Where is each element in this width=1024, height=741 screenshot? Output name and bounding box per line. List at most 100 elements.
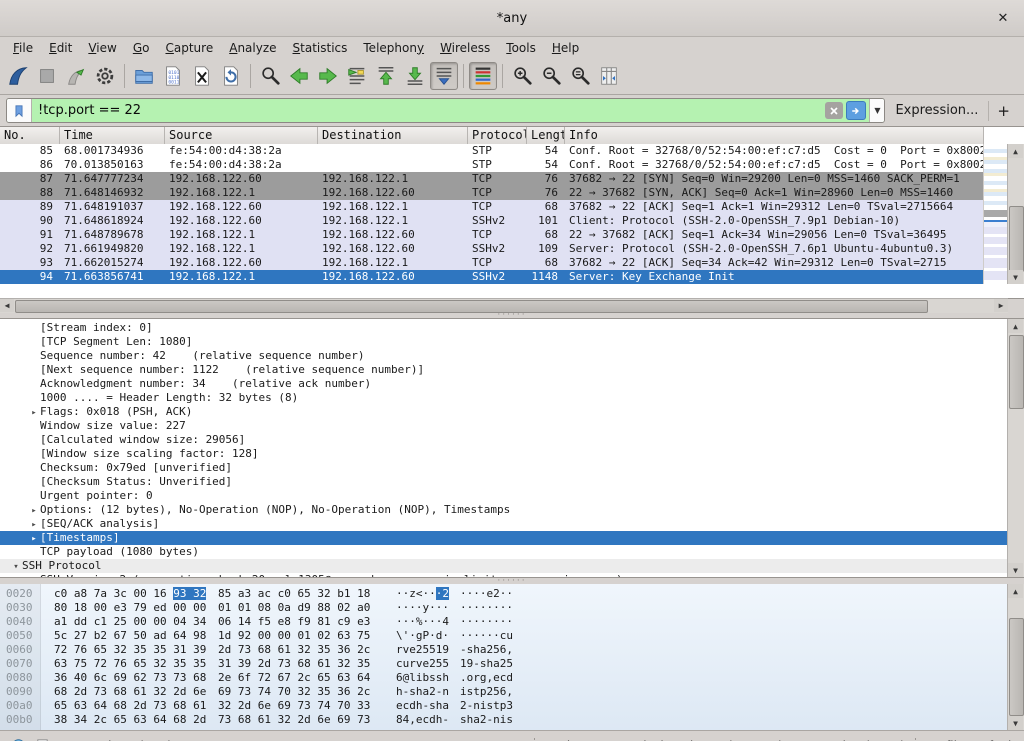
scroll-up-icon[interactable]: ▲	[1008, 319, 1023, 333]
hscroll-thumb[interactable]	[15, 300, 928, 313]
menu-go[interactable]: Go	[126, 39, 157, 57]
capture-options-button[interactable]	[91, 62, 119, 90]
stop-capture-button[interactable]	[33, 62, 61, 90]
add-filter-button[interactable]: +	[988, 101, 1018, 121]
packet-list-hscrollbar[interactable]: ◀ ▶	[0, 298, 1008, 313]
detail-row[interactable]: [Stream index: 0]	[0, 321, 1008, 335]
hex-row-0070[interactable]: 007063 75 72 76 65 32 35 3531 39 2d 73 6…	[6, 657, 1008, 671]
detail-row[interactable]: [Checksum Status: Unverified]	[0, 475, 1008, 489]
packet-row-94[interactable]: 9471.663856741192.168.122.1192.168.122.6…	[0, 270, 984, 284]
filter-history-dropdown[interactable]: ▼	[869, 99, 884, 122]
expander-closed-icon[interactable]: ▸	[28, 504, 40, 517]
details-vscrollbar[interactable]: ▲ ▼	[1007, 319, 1024, 577]
zoom-100-button[interactable]	[566, 62, 594, 90]
detail-row[interactable]: TCP payload (1080 bytes)	[0, 545, 1008, 559]
packet-list-vscrollbar[interactable]: ▲ ▼	[1007, 144, 1024, 284]
expander-open-icon[interactable]: ▾	[10, 560, 22, 573]
expert-info-button[interactable]	[8, 736, 28, 741]
packet-row-86[interactable]: 8670.013850163fe:54:00:d4:38:2aSTP54Conf…	[0, 158, 984, 172]
detail-row[interactable]: ▸SSH Version 2 (encryption:chacha20-poly…	[0, 573, 1008, 578]
detail-row[interactable]: [TCP Segment Len: 1080]	[0, 335, 1008, 349]
bytes-vscrollbar[interactable]: ▲ ▼	[1007, 584, 1024, 730]
filter-clear-button[interactable]	[825, 102, 843, 119]
menu-view[interactable]: View	[81, 39, 123, 57]
resize-columns-button[interactable]	[595, 62, 623, 90]
expander-closed-icon[interactable]: ▸	[28, 532, 40, 545]
restart-capture-button[interactable]	[62, 62, 90, 90]
menu-statistics[interactable]: Statistics	[286, 39, 355, 57]
packet-row-87[interactable]: 8771.647777234192.168.122.60192.168.122.…	[0, 172, 984, 186]
detail-row[interactable]: Acknowledgment number: 34 (relative ack …	[0, 377, 1008, 391]
close-icon[interactable]: ✕	[994, 9, 1012, 27]
hex-row-0050[interactable]: 00505c 27 b2 67 50 ad 64 981d 92 00 00 0…	[6, 629, 1008, 643]
start-capture-button[interactable]	[4, 62, 32, 90]
column-header-info[interactable]: Info	[565, 127, 984, 144]
expander-closed-icon[interactable]: ▸	[28, 574, 40, 578]
scroll-right-icon[interactable]: ▶	[994, 299, 1008, 312]
menu-tools[interactable]: Tools	[499, 39, 543, 57]
menu-help[interactable]: Help	[545, 39, 586, 57]
detail-row[interactable]: Urgent pointer: 0	[0, 489, 1008, 503]
detail-row[interactable]: ▸Flags: 0x018 (PSH, ACK)	[0, 405, 1008, 419]
packet-row-92[interactable]: 9271.661949820192.168.122.1192.168.122.6…	[0, 242, 984, 256]
column-header-no[interactable]: No.	[0, 127, 60, 144]
scroll-down-icon[interactable]: ▼	[1008, 563, 1023, 577]
go-back-button[interactable]	[285, 62, 313, 90]
packet-row-89[interactable]: 8971.648191037192.168.122.60192.168.122.…	[0, 200, 984, 214]
column-header-protocol[interactable]: Protocol	[468, 127, 527, 144]
auto-scroll-button[interactable]	[430, 62, 458, 90]
column-header-source[interactable]: Source	[165, 127, 318, 144]
find-packet-button[interactable]	[256, 62, 284, 90]
column-header-length[interactable]: Length	[527, 127, 565, 144]
vscroll-thumb[interactable]	[1009, 206, 1024, 272]
expression-button[interactable]: Expression...	[891, 103, 982, 118]
colorize-button[interactable]	[469, 62, 497, 90]
hex-row-0040[interactable]: 0040a1 dd c1 25 00 00 04 3406 14 f5 e8 f…	[6, 615, 1008, 629]
go-top-button[interactable]	[372, 62, 400, 90]
hex-row-0090[interactable]: 009068 2d 73 68 61 32 2d 6e69 73 74 70 3…	[6, 685, 1008, 699]
detail-row[interactable]: Sequence number: 42 (relative sequence n…	[0, 349, 1008, 363]
intelligent-scrollbar-minimap[interactable]	[983, 144, 1008, 284]
menu-telephony[interactable]: Telephony	[356, 39, 431, 57]
detail-row[interactable]: 1000 .... = Header Length: 32 bytes (8)	[0, 391, 1008, 405]
packet-row-90[interactable]: 9071.648618924192.168.122.60192.168.122.…	[0, 214, 984, 228]
detail-row[interactable]: Window size value: 227	[0, 419, 1008, 433]
column-header-destination[interactable]: Destination	[318, 127, 468, 144]
packet-row-93[interactable]: 9371.662015274192.168.122.60192.168.122.…	[0, 256, 984, 270]
go-bottom-button[interactable]	[401, 62, 429, 90]
menu-analyze[interactable]: Analyze	[222, 39, 283, 57]
expander-closed-icon[interactable]: ▸	[28, 518, 40, 531]
hex-row-0030[interactable]: 003080 18 00 e3 79 ed 00 0001 01 08 0a d…	[6, 601, 1008, 615]
go-to-packet-button[interactable]	[343, 62, 371, 90]
menu-capture[interactable]: Capture	[158, 39, 220, 57]
save-file-button[interactable]: 010101100011	[159, 62, 187, 90]
detail-row[interactable]: Checksum: 0x79ed [unverified]	[0, 461, 1008, 475]
scroll-down-icon[interactable]: ▼	[1008, 716, 1023, 730]
scroll-up-icon[interactable]: ▲	[1008, 144, 1023, 158]
hex-row-0080[interactable]: 008036 40 6c 69 62 73 73 682e 6f 72 67 2…	[6, 671, 1008, 685]
menu-file[interactable]: File	[6, 39, 40, 57]
column-header-time[interactable]: Time	[60, 127, 165, 144]
zoom-in-button[interactable]	[508, 62, 536, 90]
detail-row[interactable]: [Window size scaling factor: 128]	[0, 447, 1008, 461]
zoom-out-button[interactable]	[537, 62, 565, 90]
filter-bookmark-button[interactable]	[7, 99, 32, 122]
detail-row[interactable]: [Next sequence number: 1122 (relative se…	[0, 363, 1008, 377]
filter-apply-button[interactable]	[846, 101, 866, 120]
menu-wireless[interactable]: Wireless	[433, 39, 497, 57]
packet-row-85[interactable]: 8568.001734936fe:54:00:d4:38:2aSTP54Conf…	[0, 144, 984, 158]
close-file-button[interactable]	[188, 62, 216, 90]
reload-file-button[interactable]	[217, 62, 245, 90]
detail-row[interactable]: ▸[Timestamps]	[0, 531, 1008, 545]
hex-row-0020[interactable]: 0020c0 a8 7a 3c 00 16 93 3285 a3 ac c0 6…	[6, 587, 1008, 601]
scroll-up-icon[interactable]: ▲	[1008, 584, 1023, 598]
scroll-left-icon[interactable]: ◀	[0, 299, 14, 312]
packet-row-88[interactable]: 8871.648146932192.168.122.1192.168.122.6…	[0, 186, 984, 200]
open-file-button[interactable]	[130, 62, 158, 90]
expander-closed-icon[interactable]: ▸	[28, 406, 40, 419]
go-forward-button[interactable]	[314, 62, 342, 90]
menu-edit[interactable]: Edit	[42, 39, 79, 57]
bytes-scroll-thumb[interactable]	[1009, 618, 1024, 716]
detail-row[interactable]: ▸Options: (12 bytes), No-Operation (NOP)…	[0, 503, 1008, 517]
scroll-down-icon[interactable]: ▼	[1008, 270, 1023, 284]
